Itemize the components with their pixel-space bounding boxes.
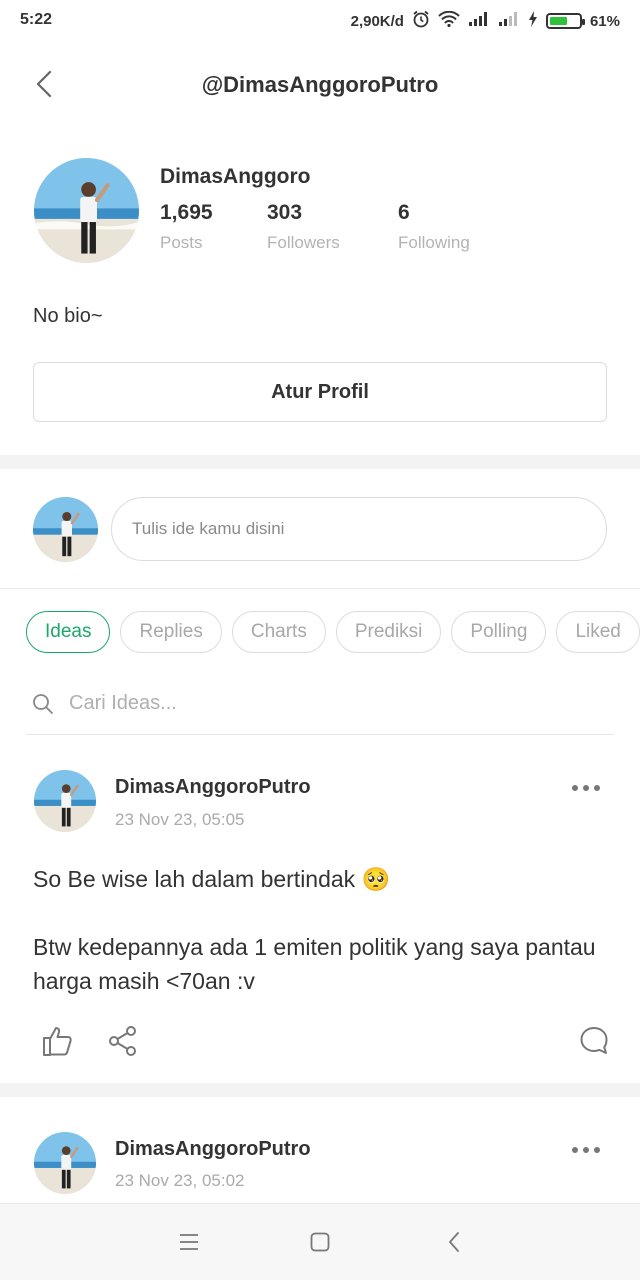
tab-polling[interactable]: Polling [451,611,547,653]
tab-prediksi[interactable]: Prediksi [335,611,442,653]
post-author-avatar[interactable] [34,770,96,832]
share-icon [109,1026,136,1056]
search-ideas-input[interactable]: Cari Ideas... [26,683,614,733]
profile-bio: No bio~ [33,305,103,327]
tab-charts[interactable]: Charts [231,611,326,653]
menu-button[interactable] [175,1228,203,1256]
tab-ideas[interactable]: Ideas [26,611,111,653]
stat-label: Posts [160,233,203,252]
status-icons: 2,90K/d 61% [351,10,620,32]
app-header: @DimasAnggoroPutro [0,52,640,116]
tab-replies[interactable]: Replies [120,611,222,653]
post-author-name[interactable]: DimasAnggoroPutro [115,776,311,799]
divider [0,588,640,589]
alarm-icon [412,10,430,32]
stat-following[interactable]: 6 Following [398,201,470,253]
profile-name: DimasAnggoro [160,165,311,188]
stat-value: 6 [398,201,410,224]
post-timestamp: 23 Nov 23, 05:02 [115,1171,245,1190]
stat-value: 1,695 [160,201,213,224]
search-icon [33,694,53,714]
signal-icon [468,12,490,30]
post-timestamp: 23 Nov 23, 05:05 [115,810,245,829]
network-speed: 2,90K/d [350,12,404,30]
stat-posts[interactable]: 1,695 Posts [160,201,213,253]
page-title: @DimasAnggoroPutro [201,72,439,97]
post-author-avatar[interactable] [34,1132,96,1194]
square-icon [310,1232,330,1252]
section-divider [0,1083,640,1097]
status-bar: 5:22 2,90K/d 61% [0,0,640,40]
menu-icon [180,1234,198,1250]
share-button[interactable] [107,1024,139,1058]
stat-followers[interactable]: 303 Followers [267,201,340,253]
signal-weak-icon [498,12,520,30]
status-time: 5:22 [20,11,53,28]
post-author-name[interactable]: DimasAnggoroPutro [115,1138,311,1161]
nav-back-button[interactable] [441,1228,469,1256]
section-divider [0,455,640,469]
tab-liked[interactable]: Liked [556,611,640,653]
content-tabs: Ideas Replies Charts Prediksi Polling Li… [26,611,640,653]
system-nav-bar [0,1203,640,1280]
divider [26,734,614,735]
edit-profile-button[interactable]: Atur Profil [33,362,607,422]
profile-avatar[interactable] [34,158,139,263]
search-placeholder: Cari Ideas... [69,692,177,714]
back-arrow-icon [449,1232,459,1252]
more-options-icon[interactable] [568,1140,604,1160]
like-button[interactable] [41,1024,73,1058]
battery-icon [545,13,585,29]
comment-button[interactable] [578,1024,610,1058]
thumbs-up-icon [43,1027,72,1056]
wifi-icon [438,10,460,31]
comment-icon [580,1027,608,1054]
composer-avatar [33,497,98,562]
charging-icon [528,11,538,31]
post-text-line-1: So Be wise lah dalam bertindak 🥺 [33,866,391,892]
home-button[interactable] [306,1228,334,1256]
stat-label: Following [398,233,470,252]
battery-percent: 61% [589,12,620,30]
stat-label: Followers [267,233,340,252]
compose-idea-input[interactable]: Tulis ide kamu disini [111,497,607,561]
stat-value: 303 [267,201,303,224]
more-options-icon[interactable] [568,778,604,798]
post-text-line-2: Btw kedepannya ada 1 emiten politik yang… [33,934,596,994]
